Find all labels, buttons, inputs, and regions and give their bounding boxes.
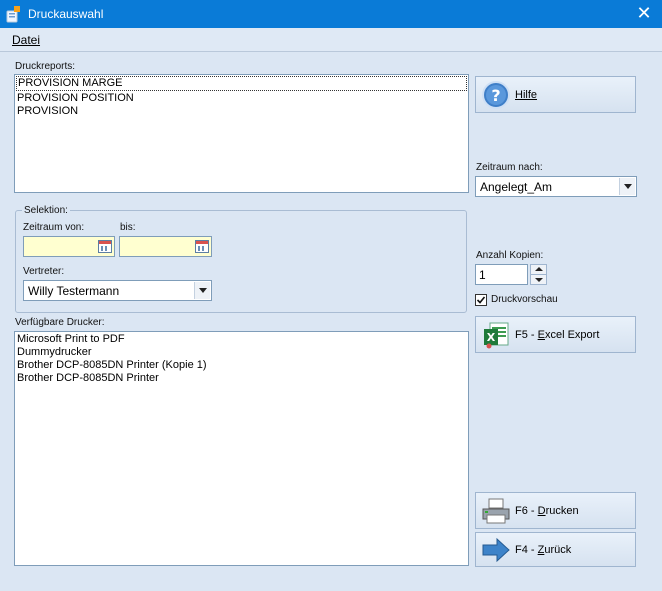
vertreter-select[interactable]: Willy Testermann [23,280,212,301]
list-item[interactable]: Dummydrucker [15,346,468,359]
close-icon: ✕ [636,3,652,23]
spin-down-icon[interactable] [535,278,543,282]
window-title: Druckauswahl [28,7,104,21]
list-item[interactable]: Brother DCP-8085DN Printer [15,372,468,385]
calendar-icon[interactable] [195,240,209,253]
checkmark-icon [476,296,486,304]
arrow-right-icon [482,537,510,563]
anzahl-kopien-input[interactable]: 1 [475,264,528,285]
druckvorschau-checkbox[interactable] [475,294,487,306]
drucken-button[interactable]: F6 - Drucken [475,492,636,529]
excel-export-button[interactable]: X F5 - Excel Export [475,316,636,353]
chevron-down-icon[interactable] [194,282,210,299]
vertreter-label: Vertreter: [23,266,65,277]
bis-label: bis: [120,222,136,233]
printer-icon [482,498,510,524]
selektion-title: Selektion: [22,205,70,216]
vertreter-value: Willy Testermann [28,284,120,298]
zeitraum-nach-label: Zeitraum nach: [476,162,543,173]
help-button-label: Hilfe [515,88,538,101]
app-icon [6,6,20,23]
list-item[interactable]: PROVISION [15,105,468,118]
list-item[interactable]: PROVISION POSITION [15,92,468,105]
zeitraum-von-label: Zeitraum von: [23,222,85,233]
spin-up-icon[interactable] [535,267,543,271]
spinner-divider [531,274,546,275]
zurueck-label: F4 - Zurück [515,543,572,556]
drucken-label: F6 - Drucken [515,504,579,517]
close-button[interactable]: ✕ [630,2,658,26]
bis-input[interactable] [119,236,212,257]
drucker-label: Verfügbare Drucker: [15,317,105,328]
druckreports-list[interactable]: PROVISION MARGE PROVISION POSITION PROVI… [14,74,469,193]
excel-export-label: F5 - Excel Export [515,328,600,341]
zeitraum-nach-value: Angelegt_Am [480,180,553,194]
excel-icon: X [484,322,509,349]
help-icon: ? [482,81,510,109]
title-bar[interactable]: Druckauswahl ✕ [0,0,662,28]
anzahl-kopien-spinner[interactable] [530,264,547,285]
druckreports-label: Druckreports: [15,61,76,72]
anzahl-kopien-value: 1 [479,268,486,282]
calendar-icon[interactable] [98,240,112,253]
zurueck-button[interactable]: F4 - Zurück [475,532,636,567]
svg-text:X: X [487,331,496,344]
chevron-down-icon[interactable] [619,178,635,195]
anzahl-kopien-label: Anzahl Kopien: [476,250,544,261]
svg-text:?: ? [491,86,500,105]
zeitraum-von-input[interactable] [23,236,115,257]
help-button[interactable]: ? Hilfe [475,76,636,113]
list-item[interactable]: PROVISION MARGE [16,76,467,91]
druckvorschau-label: Druckvorschau [491,294,558,305]
list-item[interactable]: Microsoft Print to PDF [15,332,468,346]
menu-bar: Datei [0,28,662,52]
list-item[interactable]: Brother DCP-8085DN Printer (Kopie 1) [15,359,468,372]
zeitraum-nach-select[interactable]: Angelegt_Am [475,176,637,197]
drucker-list[interactable]: Microsoft Print to PDF Dummydrucker Brot… [14,331,469,566]
menu-item-datei[interactable]: Datei [12,33,40,47]
